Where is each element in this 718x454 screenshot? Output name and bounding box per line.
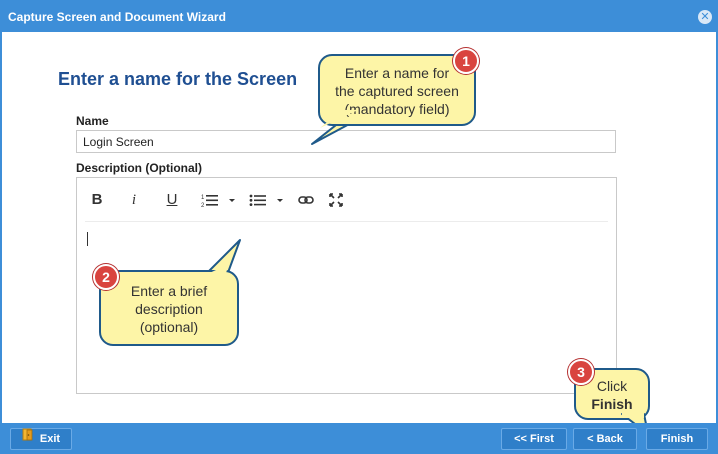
bold-button[interactable]: B (89, 190, 105, 210)
first-button[interactable]: << First (501, 428, 567, 450)
wizard-window: Capture Screen and Document Wizard ✕ Ent… (0, 0, 718, 454)
callout-2-badge: 2 (93, 264, 119, 290)
callout-2-pointer-cover (203, 264, 229, 276)
callout-1-line-2: the captured screen (335, 83, 459, 99)
exit-button[interactable]: Exit (10, 428, 72, 450)
exit-door-icon (22, 428, 34, 448)
callout-2-line-2: description (135, 301, 203, 317)
callout-1-badge: 1 (453, 48, 479, 74)
wizard-footer: Exit << First < Back Finish (2, 423, 716, 454)
text-cursor (87, 232, 88, 246)
unordered-list-icon[interactable] (249, 190, 287, 210)
svg-text:2: 2 (201, 203, 205, 209)
italic-button[interactable]: i (127, 190, 141, 210)
editor-toolbar: B i U 1 2 (77, 178, 616, 222)
svg-text:1: 1 (201, 195, 205, 201)
callout-1-line-1: Enter a name for (344, 65, 450, 81)
callout-2-line-3: (optional) (139, 319, 199, 335)
callout-3-badge: 3 (568, 359, 594, 385)
close-icon[interactable]: ✕ (698, 10, 712, 24)
link-icon[interactable] (298, 190, 314, 210)
toolbar-divider (85, 221, 608, 222)
back-button[interactable]: < Back (573, 428, 637, 450)
finish-button[interactable]: Finish (646, 428, 708, 450)
description-label: Description (Optional) (76, 161, 202, 175)
title-bar: Capture Screen and Document Wizard ✕ (2, 2, 716, 32)
callout-description-hint: Enter a brief description (optional) (99, 270, 239, 346)
callout-3-pointer-cover (622, 411, 644, 418)
window-title: Capture Screen and Document Wizard (8, 10, 226, 24)
callout-2-line-1: Enter a brief (130, 283, 208, 299)
callout-1-pointer-cover (320, 110, 358, 128)
name-label: Name (76, 114, 109, 128)
page-title: Enter a name for the Screen (58, 69, 298, 89)
ordered-list-icon[interactable]: 1 2 (201, 190, 239, 210)
underline-button[interactable]: U (164, 190, 180, 210)
exit-button-label: Exit (39, 433, 61, 445)
fullscreen-icon[interactable] (328, 190, 344, 210)
